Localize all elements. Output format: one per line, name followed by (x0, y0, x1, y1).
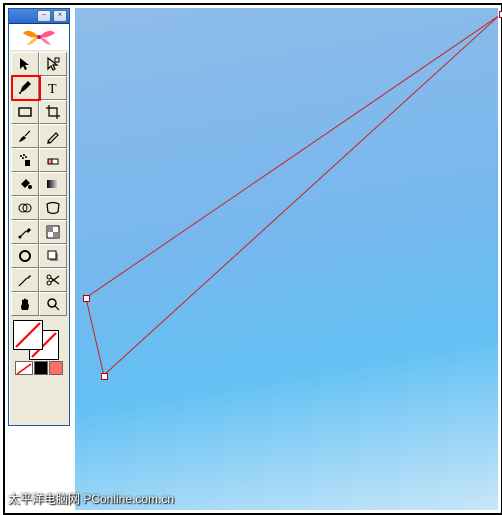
front-color-swatch[interactable] (13, 320, 43, 350)
color-swatch-area (9, 318, 69, 378)
rectangle-tool[interactable] (11, 100, 39, 124)
shape-pointer-tool[interactable] (39, 52, 67, 76)
pointer-tool[interactable] (11, 52, 39, 76)
canvas-area[interactable] (75, 8, 498, 510)
eraser-tool[interactable] (39, 148, 67, 172)
outline-tool[interactable] (11, 244, 39, 268)
text-tool[interactable]: T (39, 76, 67, 100)
shadow-tool[interactable] (39, 244, 67, 268)
spray-tool[interactable] (11, 148, 39, 172)
watermark-text: 太平洋电脑网 PConline.com.cn (8, 490, 174, 507)
no-fill[interactable] (15, 361, 33, 375)
crop-tool[interactable] (39, 100, 67, 124)
toolbox-titlebar[interactable]: – × (9, 9, 69, 24)
flower-icon (19, 27, 59, 47)
distort-tool[interactable] (39, 196, 67, 220)
toolbox-panel: – × T (8, 8, 70, 426)
scissors-tool[interactable] (39, 268, 67, 292)
dropper-tool[interactable] (11, 220, 39, 244)
fill-tool[interactable] (11, 172, 39, 196)
blend-tool[interactable] (11, 196, 39, 220)
path-node[interactable] (83, 295, 90, 302)
selected-tool-highlight (11, 75, 41, 101)
hand-tool[interactable] (11, 292, 39, 316)
close-button[interactable]: × (53, 10, 67, 22)
path-node[interactable] (101, 373, 108, 380)
knife-tool[interactable] (11, 268, 39, 292)
accent-fill[interactable] (49, 361, 63, 375)
toolbox-header-image (9, 24, 69, 50)
black-fill[interactable] (34, 361, 48, 375)
brush-tool[interactable] (11, 124, 39, 148)
pencil-tool[interactable] (39, 124, 67, 148)
minimize-button[interactable]: – (37, 10, 51, 22)
transparency-tool[interactable] (39, 220, 67, 244)
svg-text:T: T (48, 82, 57, 96)
gradient-tool[interactable] (39, 172, 67, 196)
vector-path (75, 8, 498, 510)
zoom-tool[interactable] (39, 292, 67, 316)
